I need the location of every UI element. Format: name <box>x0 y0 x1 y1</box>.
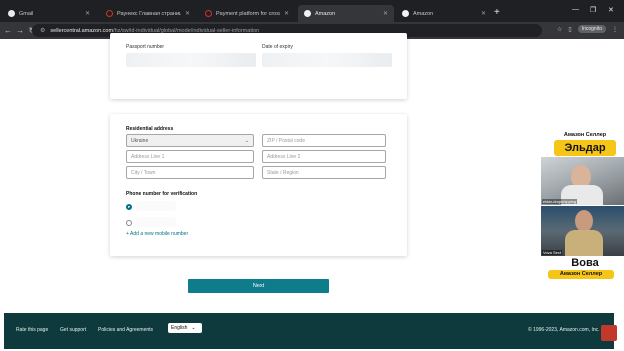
rate-page-link[interactable]: Rate this page <box>16 327 48 333</box>
passport-number-field[interactable] <box>126 53 256 67</box>
phone-label: Phone number for verification <box>126 191 198 197</box>
phone-radio-2[interactable] <box>126 220 132 226</box>
side-panel-icon[interactable]: ▯ <box>568 26 571 33</box>
menu-icon[interactable]: ⋮ <box>612 26 618 33</box>
policies-link[interactable]: Policies and Agreements <box>98 327 153 333</box>
close-icon[interactable]: ✕ <box>383 10 388 17</box>
webcam-bottom: Vova Sect <box>541 206 624 256</box>
close-icon[interactable]: ✕ <box>85 10 90 17</box>
star-icon[interactable]: ☆ <box>557 26 562 33</box>
new-tab-button[interactable]: + <box>494 8 500 18</box>
tab-paynex[interactable]: Раунекс Главная страница ✕ <box>100 5 196 22</box>
site-info-icon[interactable]: ⚙ <box>40 27 45 34</box>
address-line-1-field[interactable]: Address Line 1 <box>126 150 254 163</box>
close-window-icon[interactable]: ✕ <box>608 6 614 14</box>
browser-tab-strip: Gmail ✕ Раунекс Главная страница ✕ Payme… <box>0 0 624 22</box>
incognito-badge[interactable]: Incognito <box>577 25 606 33</box>
payment-platform-icon <box>205 10 212 17</box>
language-select[interactable]: English ⌄ <box>168 323 202 333</box>
city-field[interactable]: City / Town <box>126 166 254 179</box>
zip-field[interactable]: ZIP / Postal code <box>262 134 386 147</box>
gmail-icon <box>8 10 15 17</box>
next-button[interactable]: Next <box>188 279 329 293</box>
amazon-icon <box>402 10 409 17</box>
country-select[interactable]: Ukraine ⌄ <box>126 134 254 147</box>
tab-payment-platform[interactable]: Payment platform for cross-bo ✕ <box>199 5 295 22</box>
passport-card: Passport number Date of expiry <box>110 33 407 99</box>
page-content: Passport number Date of expiry Residenti… <box>0 33 624 351</box>
bottom-name-tag: Вова <box>562 256 608 270</box>
back-icon[interactable]: ← <box>2 26 14 35</box>
close-icon[interactable]: ✕ <box>185 10 190 17</box>
phone-number-1 <box>136 201 176 211</box>
chevron-down-icon: ⌄ <box>244 137 249 144</box>
close-icon[interactable]: ✕ <box>481 10 486 17</box>
close-icon[interactable]: ✕ <box>284 10 289 17</box>
footer: Rate this page Get support Policies and … <box>4 313 614 349</box>
tab-amazon[interactable]: Amazon ✕ <box>396 5 492 22</box>
state-field[interactable]: State / Region <box>262 166 386 179</box>
amazon-icon <box>304 10 311 17</box>
toolbar-right: ☆ ▯ Incognito ⋮ <box>557 25 618 33</box>
forward-icon[interactable]: → <box>14 26 26 35</box>
top-name-tag: Эльдар <box>554 140 616 156</box>
person-head <box>575 210 593 232</box>
phone-radio-1[interactable] <box>126 204 132 210</box>
chevron-down-icon: ⌄ <box>191 325 196 331</box>
person-body <box>565 230 603 256</box>
tab-amazon-active[interactable]: Amazon ✕ <box>298 5 394 22</box>
phone-number-2 <box>136 217 176 227</box>
tab-gmail[interactable]: Gmail ✕ <box>2 5 96 22</box>
date-of-expiry-label: Date of expiry <box>262 44 293 50</box>
passport-number-label: Passport number <box>126 44 165 50</box>
add-mobile-number-link[interactable]: + Add a new mobile number <box>126 231 188 237</box>
date-of-expiry-field[interactable] <box>262 53 392 67</box>
webcam-top: eldar-dropshipping <box>541 157 624 205</box>
residential-address-label: Residential address <box>126 126 174 132</box>
address-card: Residential address Ukraine ⌄ ZIP / Post… <box>110 114 407 256</box>
red-logo-icon <box>601 325 617 341</box>
get-support-link[interactable]: Get support <box>60 327 86 333</box>
maximize-icon[interactable]: ❐ <box>590 6 596 14</box>
copyright: © 1996-2023, Amazon.com, Inc. <box>528 327 600 333</box>
top-role-tag: Амазон Селлер <box>552 131 618 140</box>
address-line-2-field[interactable]: Address Line 2 <box>262 150 386 163</box>
minimize-icon[interactable]: — <box>572 6 579 13</box>
paynex-icon <box>106 10 113 17</box>
bottom-role-tag: Амазон Селлер <box>548 270 614 279</box>
